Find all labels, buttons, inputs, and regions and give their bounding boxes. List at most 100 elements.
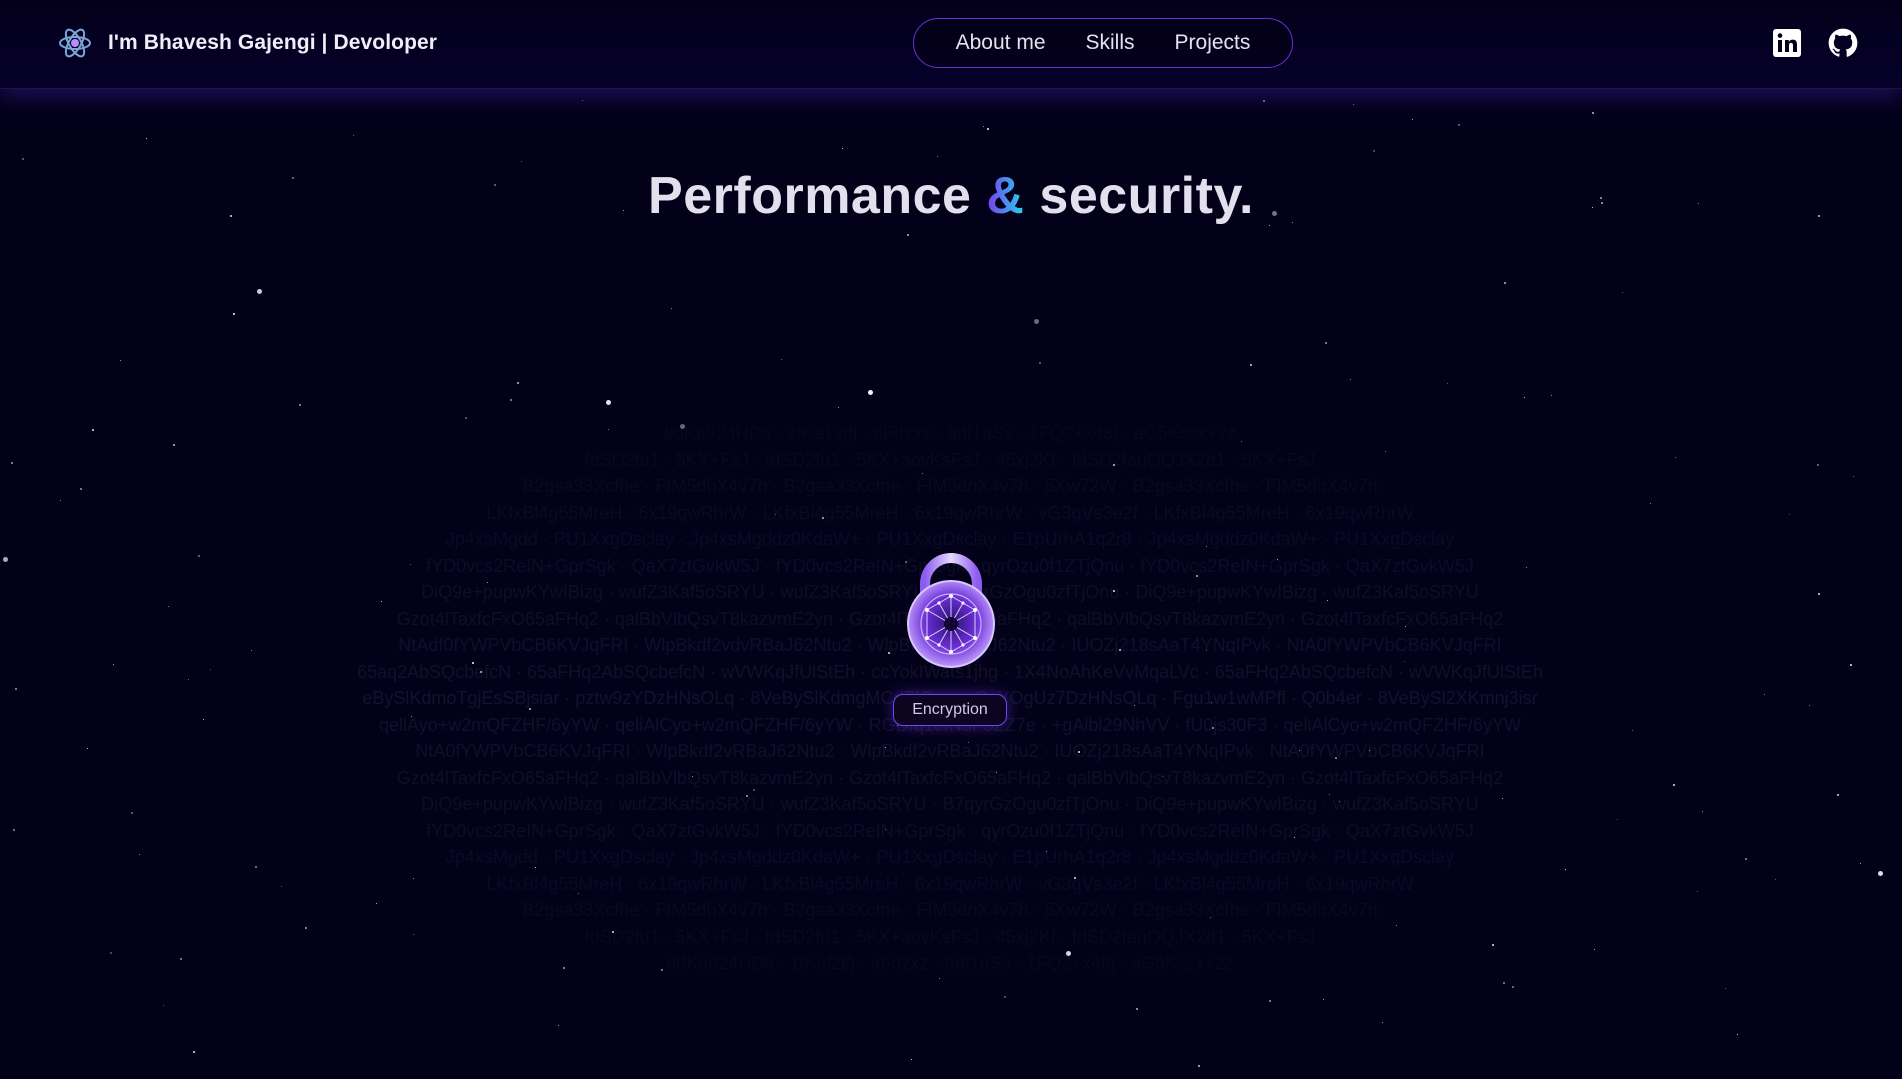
starfield-background bbox=[0, 0, 1902, 1079]
title-security: security. bbox=[1039, 167, 1254, 225]
star-dot bbox=[1241, 441, 1243, 443]
brand[interactable]: I'm Bhavesh Gajengi | Devoloper bbox=[58, 26, 437, 60]
cipher-text-line: LKfxBl4g55MreH · 6x19qwRhrW · LKfxBl4g55… bbox=[486, 502, 1414, 523]
star-dot bbox=[529, 708, 532, 711]
star-dot bbox=[480, 671, 483, 674]
star-dot bbox=[1211, 702, 1213, 704]
lock-icon[interactable] bbox=[903, 548, 999, 670]
nav-link-about-me[interactable]: About me bbox=[956, 31, 1046, 55]
star-dot bbox=[1263, 100, 1266, 103]
star-dot bbox=[582, 100, 584, 102]
star-dot bbox=[1004, 996, 1007, 999]
title-performance: Performance bbox=[648, 167, 972, 225]
star-dot bbox=[1212, 727, 1215, 730]
star-dot bbox=[1162, 776, 1164, 778]
star-dot bbox=[11, 462, 14, 465]
star-dot bbox=[1447, 383, 1449, 385]
star-dot bbox=[1526, 567, 1528, 569]
star-dot bbox=[1074, 877, 1077, 880]
cipher-text-line: fYD0vcs2ReIN+GprSgk · QaX7ztGvkW5J · fYD… bbox=[426, 820, 1474, 841]
star-dot bbox=[606, 400, 611, 405]
star-dot bbox=[381, 601, 383, 603]
star-dot bbox=[1335, 757, 1338, 760]
star-dot bbox=[1502, 798, 1504, 800]
star-dot bbox=[120, 360, 122, 362]
star-dot bbox=[1817, 464, 1820, 467]
star-dot bbox=[210, 669, 212, 671]
star-dot bbox=[1250, 364, 1253, 367]
star-dot bbox=[1323, 999, 1325, 1001]
star-dot bbox=[1039, 362, 1042, 365]
navbar: I'm Bhavesh Gajengi | Devoloper About me… bbox=[0, 0, 1902, 89]
star-dot bbox=[1136, 1008, 1139, 1011]
star-dot bbox=[251, 650, 253, 652]
star-dot bbox=[987, 128, 990, 131]
star-dot bbox=[146, 138, 148, 140]
cipher-text-line: Gzot4lTaxfcFxO65aFHq2 · qalBbVlbQsvT8kaz… bbox=[396, 767, 1504, 788]
star-dot bbox=[781, 359, 783, 361]
github-icon[interactable] bbox=[1828, 28, 1858, 58]
star-dot bbox=[1594, 949, 1596, 951]
star-dot bbox=[1134, 705, 1136, 707]
star-dot bbox=[193, 1051, 196, 1054]
star-dot bbox=[563, 967, 566, 970]
star-dot bbox=[1198, 1065, 1201, 1068]
star-dot bbox=[1565, 869, 1567, 871]
star-dot bbox=[257, 289, 262, 294]
nav-link-projects[interactable]: Projects bbox=[1175, 31, 1251, 55]
star-dot bbox=[281, 886, 283, 888]
star-dot bbox=[1504, 282, 1507, 285]
star-dot bbox=[60, 500, 62, 502]
star-dot bbox=[1809, 705, 1811, 707]
star-dot bbox=[1034, 319, 1039, 324]
star-dot bbox=[746, 795, 749, 798]
star-dot bbox=[939, 978, 941, 980]
star-dot bbox=[1551, 395, 1553, 397]
star-dot bbox=[1113, 590, 1116, 593]
star-dot bbox=[173, 444, 176, 447]
star-dot bbox=[612, 931, 615, 934]
star-dot bbox=[87, 748, 89, 750]
cipher-text-line: LKfxBl4g55MreH · 6x19qwRhrW · LKfxBl4g55… bbox=[486, 873, 1414, 894]
star-dot bbox=[1294, 837, 1296, 839]
linkedin-icon[interactable] bbox=[1772, 28, 1802, 58]
star-dot bbox=[1046, 851, 1048, 853]
main-nav: About me Skills Projects bbox=[913, 18, 1293, 68]
cipher-text-line: NtA0fYWPVbCB6KVJqFRI · WlpBkdf2vRBaJ62Nt… bbox=[415, 741, 1485, 761]
star-dot bbox=[822, 517, 825, 520]
star-dot bbox=[1210, 917, 1212, 919]
star-dot bbox=[198, 555, 201, 558]
star-dot bbox=[1078, 751, 1081, 754]
star-dot bbox=[1503, 982, 1506, 985]
star-dot bbox=[996, 772, 998, 774]
star-dot bbox=[838, 407, 840, 409]
star-dot bbox=[413, 878, 415, 880]
star-dot bbox=[92, 429, 95, 432]
cipher-text-line: DiQ9e+pupwKYwIBizg · wufZ3Kaf5oSRYU · wu… bbox=[421, 794, 1479, 814]
star-dot bbox=[1818, 593, 1821, 596]
star-dot bbox=[775, 514, 777, 516]
star-dot bbox=[410, 564, 412, 566]
nav-link-skills[interactable]: Skills bbox=[1086, 31, 1135, 55]
star-dot bbox=[411, 716, 413, 718]
star-dot bbox=[139, 854, 141, 856]
cipher-text-line: 8dKa824HDs · 1fKaf2jfj · aFdzxz · 8df1uS… bbox=[666, 953, 1234, 973]
star-dot bbox=[1775, 879, 1777, 881]
star-dot bbox=[578, 893, 580, 895]
star-dot bbox=[661, 969, 664, 972]
star-dot bbox=[558, 1025, 560, 1027]
cipher-text-line: fdSD2fu1 · 5KX+FsJ · fdSD2fu1 · 5KX+aovK… bbox=[584, 926, 1316, 947]
star-dot bbox=[1725, 988, 1727, 990]
star-dot bbox=[608, 429, 610, 431]
star-dot bbox=[1206, 546, 1208, 548]
star-dot bbox=[521, 161, 523, 163]
star-dot bbox=[1617, 819, 1619, 821]
cipher-text-line: Jp4xsMgdd · PU1XxgDsclay · Jp4xsMgddz0Kd… bbox=[445, 847, 1455, 867]
star-dot bbox=[1066, 951, 1071, 956]
star-dot bbox=[1373, 150, 1376, 153]
star-dot bbox=[487, 582, 489, 584]
star-dot bbox=[1113, 464, 1116, 467]
star-dot bbox=[1353, 104, 1355, 106]
star-dot bbox=[1492, 944, 1495, 947]
star-dot bbox=[1269, 1000, 1272, 1003]
